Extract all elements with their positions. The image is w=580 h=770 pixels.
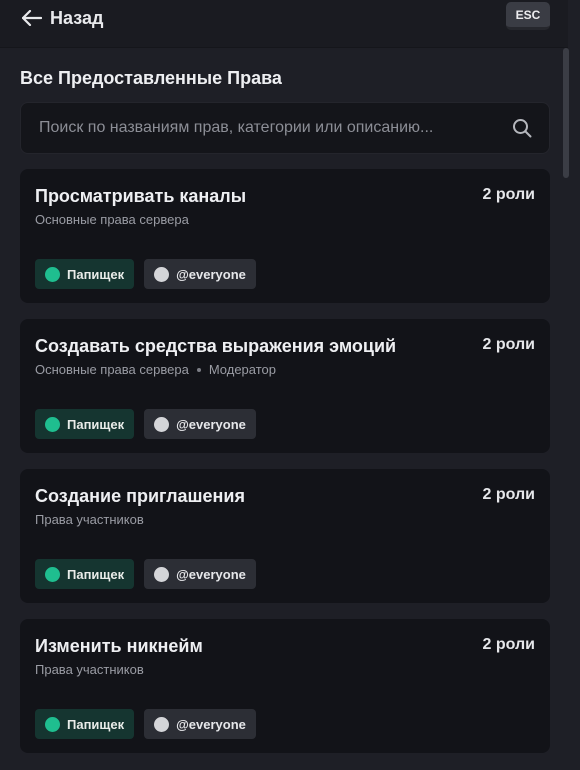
scrollbar[interactable] [562, 48, 570, 770]
role-chip[interactable]: @everyone [144, 259, 256, 289]
category-label: Основные права сервера [35, 212, 189, 227]
role-chip[interactable]: @everyone [144, 409, 256, 439]
role-name: @everyone [176, 716, 246, 732]
role-name: @everyone [176, 416, 246, 432]
permission-card: Изменить никнейм 2 роли Права участников… [20, 619, 550, 753]
permission-card: Создавать средства выражения эмоций 2 ро… [20, 319, 550, 453]
role-chip[interactable]: @everyone [144, 559, 256, 589]
search-bar [20, 102, 550, 154]
permission-title: Просматривать каналы [35, 186, 247, 206]
role-count: 2 роли [482, 186, 536, 203]
section-title: Все Предоставленные Права [20, 68, 282, 88]
role-name: @everyone [176, 266, 246, 282]
role-list: Папищек @everyone [35, 409, 256, 439]
role-count: 2 роли [482, 636, 536, 653]
top-bar: Назад ESC [0, 0, 568, 48]
role-name: Папищек [67, 716, 125, 732]
role-color-dot [154, 566, 170, 582]
permission-title: Изменить никнейм [35, 636, 203, 656]
role-color-dot [45, 566, 60, 582]
role-color-dot [154, 716, 170, 732]
role-color-dot [45, 266, 60, 282]
role-list: Папищек @everyone [35, 259, 256, 289]
role-count: 2 роли [482, 336, 536, 353]
search-icon[interactable] [511, 117, 533, 139]
role-chip[interactable]: Папищек [35, 259, 135, 289]
permission-title: Создание приглашения [35, 486, 245, 506]
category-label: Основные права сервера [35, 362, 189, 377]
role-chip[interactable]: Папищек [35, 559, 135, 589]
permissions-panel: Все Предоставленные Права Просматривать … [0, 48, 562, 770]
role-count: 2 роли [482, 486, 536, 503]
role-name: Папищек [67, 266, 125, 282]
role-name: @everyone [176, 566, 246, 582]
category-label: Права участников [35, 662, 144, 677]
permission-card: Создание приглашения 2 роли Права участн… [20, 469, 550, 603]
permission-category: Права участников [35, 512, 144, 527]
role-color-dot [154, 416, 170, 432]
role-list: Папищек @everyone [35, 559, 256, 589]
back-label: Назад [50, 7, 104, 28]
role-name: Папищек [67, 416, 125, 432]
permission-title: Создавать средства выражения эмоций [35, 336, 397, 356]
role-color-dot [45, 716, 60, 732]
permission-category: Права участников [35, 662, 144, 677]
scrollbar-thumb[interactable] [563, 48, 569, 178]
back-button[interactable]: Назад [22, 5, 103, 31]
permission-card: Просматривать каналы 2 роли Основные пра… [20, 169, 550, 303]
role-chip[interactable]: @everyone [144, 709, 256, 739]
role-list: Папищек @everyone [35, 709, 256, 739]
role-chip[interactable]: Папищек [35, 409, 135, 439]
arrow-left-icon [22, 10, 42, 26]
role-chip[interactable]: Папищек [35, 709, 135, 739]
search-input[interactable] [39, 119, 511, 137]
permission-category: Основные права сервера Модератор [35, 362, 276, 377]
category-label: Права участников [35, 512, 144, 527]
esc-button[interactable]: ESC [506, 2, 550, 30]
separator-dot [196, 367, 201, 372]
role-color-dot [45, 416, 60, 432]
extra-label: Модератор [208, 362, 276, 377]
role-color-dot [154, 266, 170, 282]
permission-category: Основные права сервера [35, 212, 189, 227]
role-name: Папищек [67, 566, 125, 582]
